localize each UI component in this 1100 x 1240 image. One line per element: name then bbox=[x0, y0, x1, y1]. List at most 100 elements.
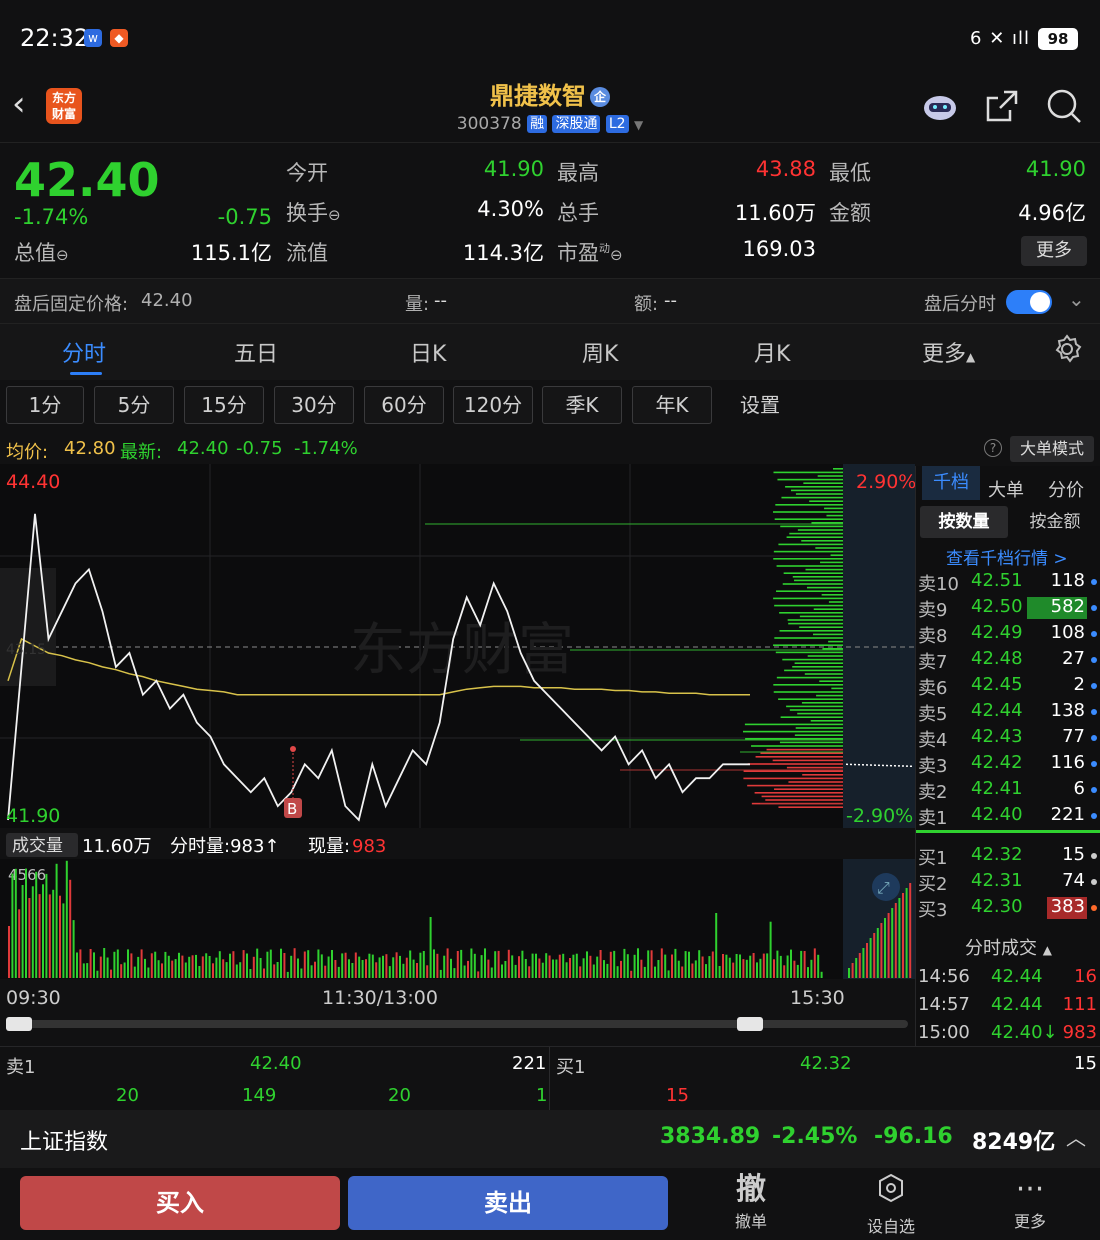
tab-depth-thousand[interactable]: 千档 bbox=[922, 466, 980, 500]
app-notification-icon: ◆ bbox=[110, 29, 128, 47]
depth-bar bbox=[785, 486, 843, 488]
period-year-k[interactable]: 年K bbox=[632, 386, 712, 424]
volume-bar bbox=[807, 967, 809, 978]
turnover-label[interactable]: 换手⊖ bbox=[286, 197, 341, 227]
watchlist-hexagon-icon bbox=[846, 1172, 936, 1213]
ask-level-row[interactable]: 卖7 42.48 27 bbox=[916, 648, 1100, 674]
period-30min[interactable]: 30分 bbox=[274, 386, 354, 424]
volume-bar bbox=[596, 956, 599, 978]
avg-value: 42.80 bbox=[64, 438, 116, 459]
intraday-chart[interactable]: 东方财富 44.40 41.90 43.15 2.90% -2.90% B 成交… bbox=[0, 464, 915, 1044]
pe-label[interactable]: 市盈动⊖ bbox=[557, 237, 623, 267]
tab-intraday[interactable]: 分时 bbox=[62, 336, 106, 368]
tick-volume: 分时量:983↑ bbox=[170, 836, 280, 857]
ask-level-volume: 2 bbox=[1073, 674, 1085, 695]
help-icon[interactable]: ? bbox=[984, 439, 1002, 457]
after-hours-volume-bar bbox=[873, 933, 876, 978]
volume-bar bbox=[388, 966, 391, 978]
order-dot-icon bbox=[1091, 761, 1097, 767]
period-1min[interactable]: 1分 bbox=[6, 386, 84, 424]
chevron-down-icon[interactable]: ⌄ bbox=[1068, 287, 1085, 311]
view-depth-link[interactable]: 查看千档行情 > bbox=[946, 544, 1068, 569]
buy-queue-item: 15 bbox=[666, 1085, 689, 1106]
bid-level-row[interactable]: 买3 42.30 383 bbox=[916, 896, 1100, 922]
volume-bar bbox=[120, 964, 123, 978]
depth-bar bbox=[743, 730, 843, 733]
volume-bar bbox=[531, 953, 534, 978]
stock-name-text: 鼎捷数智 bbox=[490, 82, 586, 110]
search-icon[interactable] bbox=[1044, 86, 1084, 126]
sort-by-amount[interactable]: 按金额 bbox=[1012, 506, 1098, 538]
settings-gear-icon[interactable] bbox=[1052, 334, 1082, 370]
market-cap-label[interactable]: 总值⊖ bbox=[14, 237, 69, 267]
volume-bar bbox=[52, 889, 55, 978]
volume-bar bbox=[558, 954, 561, 978]
bid-level-label: 买3 bbox=[918, 900, 948, 921]
trades-header[interactable]: 分时成交 ▲ bbox=[916, 934, 1100, 964]
robot-assistant-icon[interactable] bbox=[920, 86, 960, 126]
depth-bar bbox=[761, 795, 843, 798]
volume-bar bbox=[671, 954, 673, 978]
index-ticker-bar[interactable]: 上证指数 3834.89 -2.45% -96.16 8249亿 ︿ bbox=[0, 1110, 1100, 1168]
ask-level-row[interactable]: 卖6 42.45 2 bbox=[916, 674, 1100, 700]
bid-level-volume: 15 bbox=[1062, 844, 1085, 865]
order-book-panel: 千档 大单 分价 按数量 按金额 查看千档行情 > 卖10 42.51 118 … bbox=[915, 466, 1100, 1046]
after-hours-toggle[interactable] bbox=[1006, 290, 1052, 314]
period-settings[interactable]: 设置 bbox=[722, 386, 798, 424]
ask-level-row[interactable]: 卖3 42.42 116 bbox=[916, 752, 1100, 778]
ask-level-row[interactable]: 卖9 42.50 582 bbox=[916, 596, 1100, 622]
latest-label: 最新: bbox=[120, 442, 163, 463]
period-quarter-k[interactable]: 季K bbox=[542, 386, 622, 424]
depth-bar bbox=[777, 478, 843, 481]
volume-bar bbox=[89, 949, 92, 978]
period-15min[interactable]: 15分 bbox=[184, 386, 264, 424]
tab-monthly-k[interactable]: 月K bbox=[754, 336, 790, 368]
bid-level-label: 买1 bbox=[918, 848, 948, 869]
buy-button[interactable]: 买入 bbox=[20, 1176, 340, 1230]
tab-big-orders[interactable]: 大单 bbox=[988, 476, 1024, 502]
ask-level-label: 卖6 bbox=[918, 678, 948, 699]
volume-bar bbox=[779, 955, 782, 978]
volume-bar bbox=[487, 959, 490, 978]
bid-level-volume: 383 bbox=[1050, 896, 1085, 917]
ask-level-row[interactable]: 卖5 42.44 138 bbox=[916, 700, 1100, 726]
sort-by-quantity[interactable]: 按数量 bbox=[920, 506, 1008, 538]
volume-bar bbox=[286, 971, 289, 978]
ask-level-row[interactable]: 卖2 42.41 6 bbox=[916, 778, 1100, 804]
triangle-up-icon: ▲ bbox=[1042, 943, 1052, 957]
volume-bar bbox=[664, 954, 667, 978]
ask-level-row[interactable]: 卖1 42.40 221 bbox=[916, 804, 1100, 830]
status-bar: 22:32 w ◆ 6 ✕ ıll 98 bbox=[0, 0, 1100, 70]
depth-bar bbox=[751, 745, 843, 747]
cancel-order-button[interactable]: 撤 撤单 bbox=[706, 1172, 796, 1232]
big-order-mode-button[interactable]: 大单模式 bbox=[1010, 436, 1094, 462]
add-watchlist-button[interactable]: 设自选 bbox=[846, 1172, 936, 1237]
sell-button[interactable]: 卖出 bbox=[348, 1176, 668, 1230]
share-icon[interactable] bbox=[982, 86, 1022, 126]
tab-five-day[interactable]: 五日 bbox=[234, 336, 278, 368]
float-cap-label: 流值 bbox=[286, 241, 328, 265]
period-120min[interactable]: 120分 bbox=[453, 386, 533, 424]
depth-bar bbox=[775, 651, 843, 654]
period-5min[interactable]: 5分 bbox=[94, 386, 174, 424]
intraday-chart-svg[interactable]: 东方财富 44.40 41.90 43.15 2.90% -2.90% B 成交… bbox=[0, 464, 915, 1044]
more-actions-button[interactable]: ··· 更多 bbox=[985, 1172, 1075, 1232]
status-time: 22:32 bbox=[20, 24, 90, 52]
bid-level-row[interactable]: 买2 42.31 74 bbox=[916, 870, 1100, 896]
ask-level-row[interactable]: 卖10 42.51 118 bbox=[916, 570, 1100, 596]
more-quote-button[interactable]: 更多 bbox=[1021, 236, 1087, 266]
bid-level-row[interactable]: 买1 42.32 15 bbox=[916, 844, 1100, 870]
volume-label: 总手 bbox=[557, 201, 599, 225]
chevron-up-icon[interactable]: ︿ bbox=[1066, 1122, 1086, 1151]
tab-more[interactable]: 更多▲ bbox=[922, 336, 975, 368]
volume-bar bbox=[375, 962, 378, 978]
battery-icon: 98 bbox=[1038, 28, 1078, 50]
tab-daily-k[interactable]: 日K bbox=[410, 336, 446, 368]
tab-weekly-k[interactable]: 周K bbox=[582, 336, 618, 368]
depth-bar bbox=[799, 626, 843, 628]
tab-price-distribution[interactable]: 分价 bbox=[1048, 476, 1084, 502]
period-60min[interactable]: 60分 bbox=[364, 386, 444, 424]
ask-level-row[interactable]: 卖4 42.43 77 bbox=[916, 726, 1100, 752]
volume-bar bbox=[528, 966, 531, 978]
ask-level-row[interactable]: 卖8 42.49 108 bbox=[916, 622, 1100, 648]
